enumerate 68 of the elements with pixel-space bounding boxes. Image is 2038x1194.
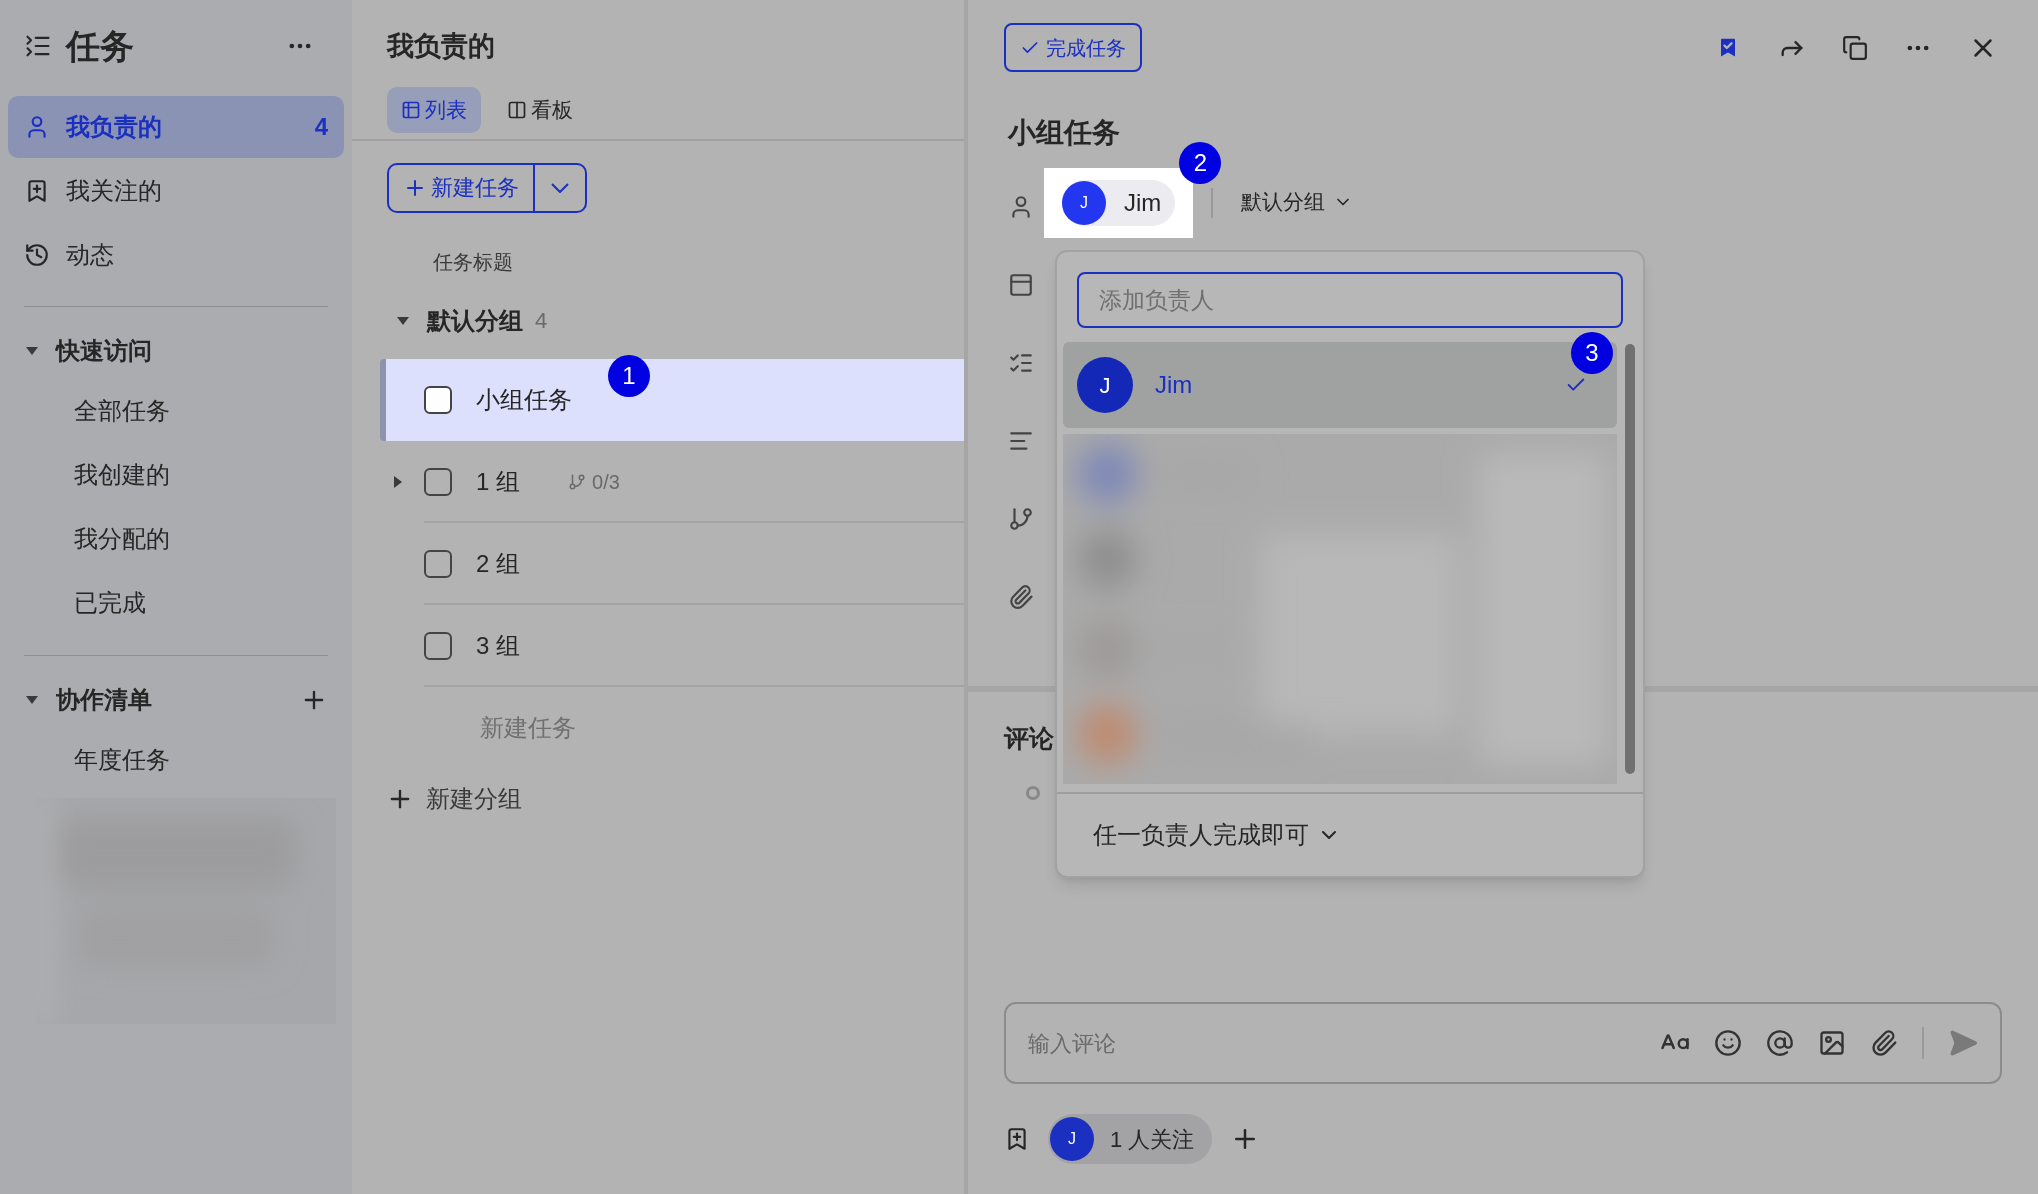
empty-indicator-icon (1026, 785, 1040, 800)
board-icon (507, 99, 527, 120)
nav-label: 动态 (66, 240, 114, 270)
task-row[interactable]: 小组任务 1 (380, 358, 964, 441)
avatar: J (1050, 1117, 1094, 1161)
mention-icon[interactable] (1766, 1029, 1794, 1057)
task-title: 小组任务 (1006, 116, 1121, 150)
complete-task-button[interactable]: 完成任务 (1004, 23, 1142, 72)
subtask-icon (1008, 506, 1034, 532)
task-title: 3 组 (476, 630, 520, 661)
nav-label: 我负责的 (66, 112, 162, 142)
nav-item[interactable]: 动态 (8, 224, 344, 286)
task-row[interactable]: 2 组 (380, 522, 964, 605)
task-title: 1 组 (476, 466, 520, 497)
emoji-icon[interactable] (1714, 1029, 1742, 1057)
group-select[interactable]: 默认分组 (1241, 186, 1354, 218)
view-tab[interactable]: 看板 (493, 86, 587, 133)
nav-item[interactable]: 我关注的 (8, 160, 344, 222)
comment-field[interactable]: 输入评论 (1004, 1002, 2002, 1084)
calendar-icon (1008, 272, 1034, 298)
completion-mode-select[interactable]: 任一负责人完成即可 (1093, 817, 1341, 853)
followers-chip[interactable]: J 1 人关注 (1048, 1114, 1213, 1164)
section-title[interactable]: 协作清单 (56, 682, 152, 718)
subtask-icon (568, 472, 586, 491)
group-title[interactable]: 默认分组 (427, 302, 523, 339)
search-field[interactable]: 添加负责人 (1077, 272, 1623, 328)
sidebar-item[interactable]: 全部任务 (74, 393, 170, 429)
new-group-link[interactable]: 新建分组 (426, 780, 522, 817)
chevron-down-icon (551, 182, 569, 193)
checkbox[interactable] (424, 385, 452, 414)
nav-icon (24, 242, 50, 268)
nav-count: 4 (314, 112, 328, 142)
avatar: J (1062, 181, 1106, 225)
new-task-button[interactable]: 新建任务 (389, 164, 535, 211)
followers-label: 1 人关注 (1110, 1125, 1195, 1154)
avatar: J (1077, 357, 1133, 413)
group-count: 4 (535, 307, 548, 335)
table-icon (401, 99, 421, 120)
section-title[interactable]: 快速访问 (56, 333, 152, 369)
task-title: 2 组 (476, 548, 520, 579)
task-row[interactable]: 1 组 0/3 (380, 440, 964, 523)
view-tab[interactable]: 列表 (387, 86, 481, 133)
sidebar-item[interactable]: 年度任务 (74, 742, 170, 778)
step-marker: 3 (1571, 332, 1613, 374)
column-header: 任务标题 (433, 249, 514, 275)
option-name: Jim (1155, 370, 1193, 400)
task-row[interactable]: 3 组 (380, 604, 964, 687)
copy-icon[interactable] (1842, 34, 1868, 61)
image-icon[interactable] (1818, 1029, 1846, 1057)
assignee-chip[interactable]: J Jim (1062, 180, 1176, 226)
checkbox[interactable] (424, 467, 452, 496)
attachment-icon (1008, 584, 1034, 610)
assignee-name: Jim (1124, 188, 1162, 218)
task-title: 小组任务 (476, 384, 572, 415)
sidebar-item[interactable]: 已完成 (74, 585, 146, 621)
attachment-icon[interactable] (1870, 1029, 1898, 1057)
step-marker: 1 (608, 354, 650, 397)
nav-label: 我关注的 (66, 176, 162, 206)
sidebar-item[interactable]: 我分配的 (74, 521, 170, 557)
page-title: 我负责的 (387, 30, 496, 63)
step-marker: 2 (1179, 142, 1222, 184)
comment-input[interactable]: 输入评论 (1028, 1026, 1660, 1060)
sidebar-item[interactable]: 我创建的 (74, 457, 170, 493)
checkbox[interactable] (424, 631, 452, 660)
subtask-count: 0/3 (592, 469, 620, 495)
comments-title: 评论 (1002, 723, 1055, 754)
checkbox[interactable] (424, 549, 452, 578)
app-title: 任务 (66, 25, 134, 67)
